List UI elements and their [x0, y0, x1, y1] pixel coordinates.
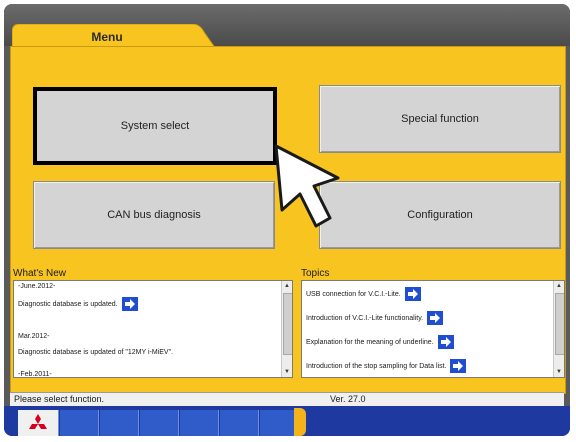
- news-date: -June.2012-: [18, 283, 56, 290]
- arrow-right-icon[interactable]: [404, 287, 421, 301]
- version-label: Ver. 27.0: [330, 394, 366, 404]
- function-bar: [4, 406, 570, 436]
- function-key-2[interactable]: [100, 410, 139, 436]
- news-text: Diagnostic database is updated of "12MY …: [18, 349, 174, 356]
- scrollbar[interactable]: ▲ ▼: [281, 281, 292, 377]
- status-message: Please select function.: [14, 394, 105, 404]
- function-key-1[interactable]: [60, 410, 99, 436]
- list-item[interactable]: Diagnostic database is updated.: [18, 297, 138, 311]
- list-item[interactable]: Introduction of V.C.I.-Lite functionalit…: [306, 311, 444, 325]
- news-text: Diagnostic database is updated.: [18, 300, 118, 308]
- topic-text: Explanation for the meaning of underline…: [306, 338, 434, 346]
- list-item[interactable]: Introduction of the stop sampling for Da…: [306, 359, 467, 373]
- mouse-pointer-icon: [274, 144, 340, 228]
- scroll-up-icon[interactable]: ▲: [554, 281, 564, 291]
- configuration-button[interactable]: Configuration: [319, 181, 561, 249]
- topics-list[interactable]: USB connection for V.C.I.-Lite. Introduc…: [301, 280, 565, 378]
- home-button[interactable]: [18, 410, 59, 436]
- whats-new-title: What's New: [13, 268, 67, 279]
- scrollbar[interactable]: ▲ ▼: [553, 281, 564, 377]
- can-bus-diagnosis-button[interactable]: CAN bus diagnosis: [33, 181, 275, 249]
- list-item[interactable]: USB connection for V.C.I.-Lite.: [306, 287, 421, 301]
- news-date: Mar.2012-: [18, 333, 50, 340]
- topics-title: Topics: [301, 268, 330, 279]
- scroll-thumb[interactable]: [283, 293, 292, 355]
- function-key-3[interactable]: [140, 410, 179, 436]
- arrow-right-icon[interactable]: [437, 335, 454, 349]
- topic-text: Introduction of V.C.I.-Lite functionalit…: [306, 314, 424, 322]
- function-key-4[interactable]: [180, 410, 219, 436]
- news-date: -Feb.2011-: [18, 371, 52, 378]
- function-key-6[interactable]: [260, 410, 295, 436]
- mitsubishi-logo-icon: [29, 414, 47, 429]
- status-bar: Please select function. Ver. 27.0: [10, 392, 564, 407]
- scroll-down-icon[interactable]: ▼: [554, 367, 564, 377]
- list-item[interactable]: Explanation for the meaning of underline…: [306, 335, 454, 349]
- tab-label: Menu: [91, 30, 123, 44]
- whats-new-list[interactable]: -June.2012- Diagnostic database is updat…: [13, 280, 293, 378]
- topic-text: USB connection for V.C.I.-Lite.: [306, 290, 401, 298]
- system-select-button[interactable]: System select: [33, 87, 277, 165]
- function-key-5[interactable]: [220, 410, 259, 436]
- scroll-up-icon[interactable]: ▲: [282, 281, 292, 291]
- scroll-thumb[interactable]: [555, 293, 564, 355]
- arrow-right-icon[interactable]: [427, 311, 444, 325]
- arrow-right-icon[interactable]: [450, 359, 467, 373]
- scroll-down-icon[interactable]: ▼: [282, 367, 292, 377]
- special-function-button[interactable]: Special function: [319, 85, 561, 153]
- topic-text: Introduction of the stop sampling for Da…: [306, 362, 447, 370]
- arrow-right-icon[interactable]: [121, 297, 138, 311]
- function-bar-end: [294, 408, 306, 436]
